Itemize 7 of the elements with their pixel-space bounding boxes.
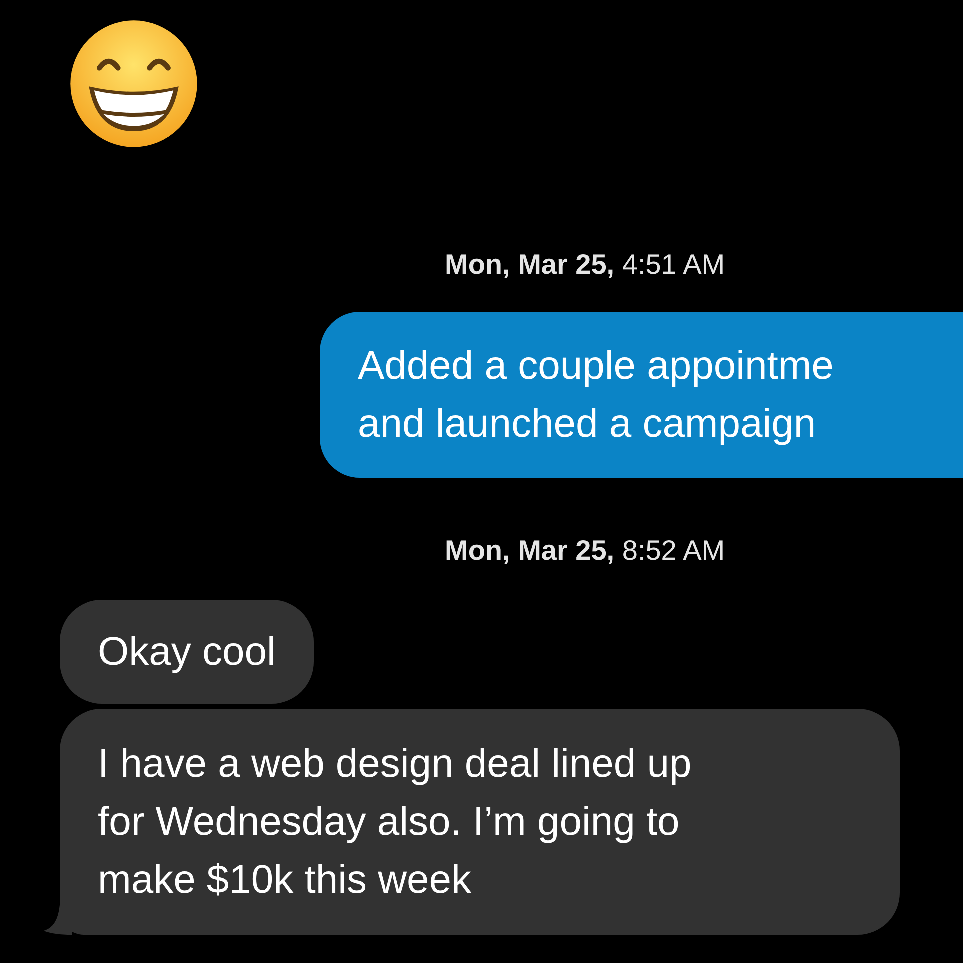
received-message-bubble: I have a web design deal lined up for Wednesday also. I’m going to make $10k this week bbox=[60, 709, 900, 935]
timestamp: Mon, Mar 25, 4:51 AM bbox=[445, 248, 726, 282]
bubble-tail-icon bbox=[42, 905, 72, 935]
received-message-bubble: Okay cool bbox=[60, 600, 314, 704]
sent-message-bubble: Added a couple appointme and launched a campaign bbox=[320, 312, 963, 478]
timestamp: Mon, Mar 25, 8:52 AM bbox=[445, 534, 726, 568]
grinning-face-icon bbox=[68, 18, 200, 150]
